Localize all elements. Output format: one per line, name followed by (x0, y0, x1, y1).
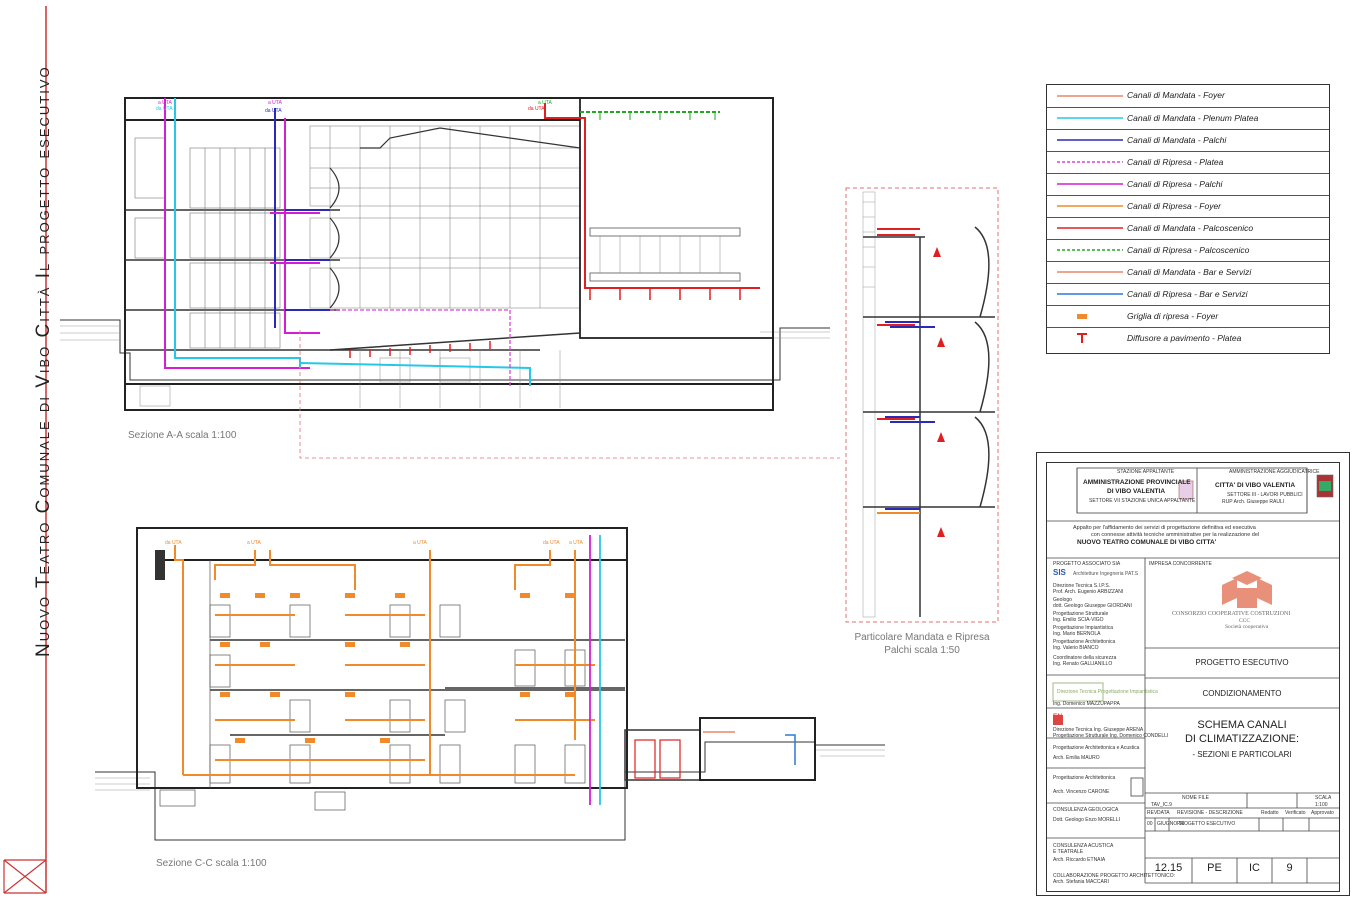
label-a-uta-2: a UTA (268, 100, 282, 106)
tech-dir: Direzione Tecnica Progettazione Impianti… (1057, 689, 1158, 695)
legend-row: Canali di Ripresa - Platea (1047, 151, 1329, 174)
structural-name: Ing. Emilio SCIA-VIGO (1053, 617, 1104, 623)
geology-name: dott. Geologo Giuseppe GIORDANI (1053, 603, 1132, 609)
plant-name: Ing. Mario BERNOLA (1053, 631, 1101, 637)
acoust2-sub: E TEATRALE (1053, 849, 1084, 855)
cc-label-a-uta-2: a UTA (413, 540, 427, 546)
legend-row: Canali di Mandata - Bar e Servizi (1047, 261, 1329, 284)
legend-label: Canali di Mandata - Foyer (1127, 90, 1225, 100)
file-header: NOME FILE (1182, 795, 1209, 801)
acoust2-name: Arch. Riccardo ETNAIA (1053, 857, 1106, 863)
desc-1: Appalto per l'affidamento dei servizi di… (1073, 525, 1256, 531)
legend-label: Canali di Ripresa - Palcoscenico (1127, 245, 1250, 255)
geo2: CONSULENZA GEOLOGICA (1053, 807, 1119, 813)
arch2: Progettazione Architettonica (1053, 775, 1116, 781)
legend-label: Griglia di ripresa - Foyer (1127, 311, 1219, 321)
sis-logo: SIS (1053, 568, 1066, 577)
legend-row: Canali di Mandata - Plenum Platea (1047, 107, 1329, 130)
section-cc-drawing: da UTA a UTA a UTA da UTA a UTA (95, 527, 885, 841)
legend-row: Canali di Ripresa - Bar e Servizi (1047, 283, 1329, 306)
drawing-title-2: DI CLIMATIZZAZIONE: (1184, 733, 1300, 745)
legend-label: Canali di Mandata - Plenum Platea (1127, 113, 1259, 123)
client-name-1: AMMINISTRAZIONE PROVINCIALE (1083, 479, 1191, 486)
tech-dir-name: Ing. Domenico MAZZUPAPPA (1053, 701, 1120, 707)
legend-row: Diffusore a pavimento - Platea (1047, 327, 1329, 350)
phase: PROGETTO ESECUTIVO (1195, 658, 1289, 667)
code-1: 12.15 (1154, 862, 1183, 874)
desc-2: con connesse attività tecniche amministr… (1091, 532, 1260, 538)
detail-callout-line (299, 330, 840, 459)
section-cc-caption: Sezione C-C scala 1:100 (156, 858, 267, 869)
legend-row: Canali di Mandata - Foyer (1047, 85, 1329, 107)
rev-row-3: PROGETTO ESECUTIVO (1177, 821, 1236, 827)
coord-name: Ing. Renato GALLIANILLO (1053, 661, 1113, 667)
legend-label: Canali di Ripresa - Platea (1127, 157, 1224, 167)
rev-row-1: 00 (1147, 821, 1153, 827)
section-aa-caption: Sezione A-A scala 1:100 (128, 430, 237, 441)
en-logo: EN (1053, 713, 1063, 720)
drawing-title-3: - SEZIONI E PARTICOLARI (1192, 750, 1292, 759)
legend: Canali di Mandata - Foyer Canali di Manda… (1046, 84, 1330, 354)
legend-row: Canali di Ripresa - Foyer (1047, 195, 1329, 218)
subject: CONDIZIONAMENTO (1202, 689, 1282, 698)
rev-header-1: REV (1147, 810, 1158, 816)
project-vertical-title: Nuovo Teatro Comunale di Vibo Città Il p… (33, 65, 54, 657)
legend-row: Canali di Mandata - Palchi (1047, 129, 1329, 152)
title-block: STAZIONE APPALTANTE AMMINISTRAZIONE PROV… (1046, 462, 1340, 892)
sis-sub: Architetture Ingegneria PAT.S (1073, 571, 1139, 577)
legend-row: Canali di Ripresa - Palchi (1047, 173, 1329, 196)
scale-value: 1:100 (1315, 802, 1328, 808)
file-value: TAV_IC.9 (1151, 802, 1172, 808)
acoustic: Progettazione Architettonica e Acustica (1053, 745, 1140, 751)
contractor-1: CONSORZIO COOPERATIVE COSTRUZIONI (1172, 611, 1291, 617)
client-name-3: SETTORE VII STAZIONE UNICA APPALTANTE (1089, 498, 1196, 504)
acoustic-name: Arch. Emilia MAURO (1053, 755, 1100, 761)
city-name-2: SETTORE III - LAVORI PUBBLICI (1227, 492, 1303, 498)
client-small: STAZIONE APPALTANTE (1117, 469, 1175, 475)
arch2-name: Arch. Vincenzo CARONE (1053, 789, 1110, 795)
legend-row: Griglia di ripresa - Foyer (1047, 305, 1329, 328)
legend-row: Canali di Mandata - Palcoscenico (1047, 217, 1329, 240)
legend-label: Canali di Mandata - Palchi (1127, 135, 1227, 145)
label-da-uta-3: da UTA (528, 106, 545, 112)
scale-header: SCALA (1315, 795, 1332, 801)
legend-label: Canali di Mandata - Bar e Servizi (1127, 267, 1252, 277)
cc-label-a-uta-1: a UTA (247, 540, 261, 546)
drawing-title-1: SCHEMA CANALI (1197, 719, 1287, 731)
city-name-1: CITTA' DI VIBO VALENTIA (1215, 482, 1296, 489)
label-da-uta-2: da UTA (265, 108, 282, 114)
rev-header-4: Redatto (1261, 810, 1279, 816)
contractor-3: Società cooperativa (1225, 624, 1269, 630)
admin-small: AMMINISTRAZIONE AGGIUDICATRICE (1229, 469, 1320, 475)
legend-label: Canali di Mandata - Palcoscenico (1127, 223, 1254, 233)
rev-header-5: Verificato (1285, 810, 1306, 816)
label-da-uta-1: da UTA (156, 106, 173, 112)
client-name-2: DI VIBO VALENTIA (1107, 488, 1166, 495)
cc-label-a-uta-3: a UTA (569, 540, 583, 546)
rev-header-3: REVISIONE - DESCRIZIONE (1177, 810, 1243, 816)
cc-label-da-uta-2: da UTA (543, 540, 560, 546)
code-3: IC (1249, 862, 1260, 874)
rev-header-6: Approvato (1311, 810, 1334, 816)
project-name: NUOVO TEATRO COMUNALE DI VIBO CITTA' (1077, 539, 1217, 546)
legend-label: Canali di Ripresa - Palchi (1127, 179, 1223, 189)
director-name: Prof. Arch. Eugenio ARBIZZANI (1053, 589, 1124, 595)
cc-label-da-uta-1: da UTA (165, 540, 182, 546)
code-2: PE (1207, 862, 1222, 874)
drawing-sheet: Nuovo Teatro Comunale di Vibo Città Il p… (0, 0, 1356, 899)
contractor-small: IMPRESA CONCORRENTE (1149, 561, 1212, 567)
architectural-name: Ing. Valerio BIANCO (1053, 645, 1099, 651)
legend-label: Diffusore a pavimento - Platea (1127, 333, 1242, 343)
geo2-name: Dott. Geologo Enzo MORELLI (1053, 817, 1120, 823)
legend-label: Canali di Ripresa - Bar e Servizi (1127, 289, 1248, 299)
legend-label: Canali di Ripresa - Foyer (1127, 201, 1222, 211)
city-name-3: RUP Arch. Giuseppe RAULI (1222, 499, 1285, 505)
legend-row: Canali di Ripresa - Palcoscenico (1047, 239, 1329, 262)
collab-name: Arch. Stefania MACCARI (1053, 879, 1109, 885)
code-4: 9 (1286, 862, 1293, 874)
designer-small: PROGETTO ASSOCIATO SIA (1053, 561, 1121, 567)
rev-header-2: DATA (1157, 810, 1170, 816)
